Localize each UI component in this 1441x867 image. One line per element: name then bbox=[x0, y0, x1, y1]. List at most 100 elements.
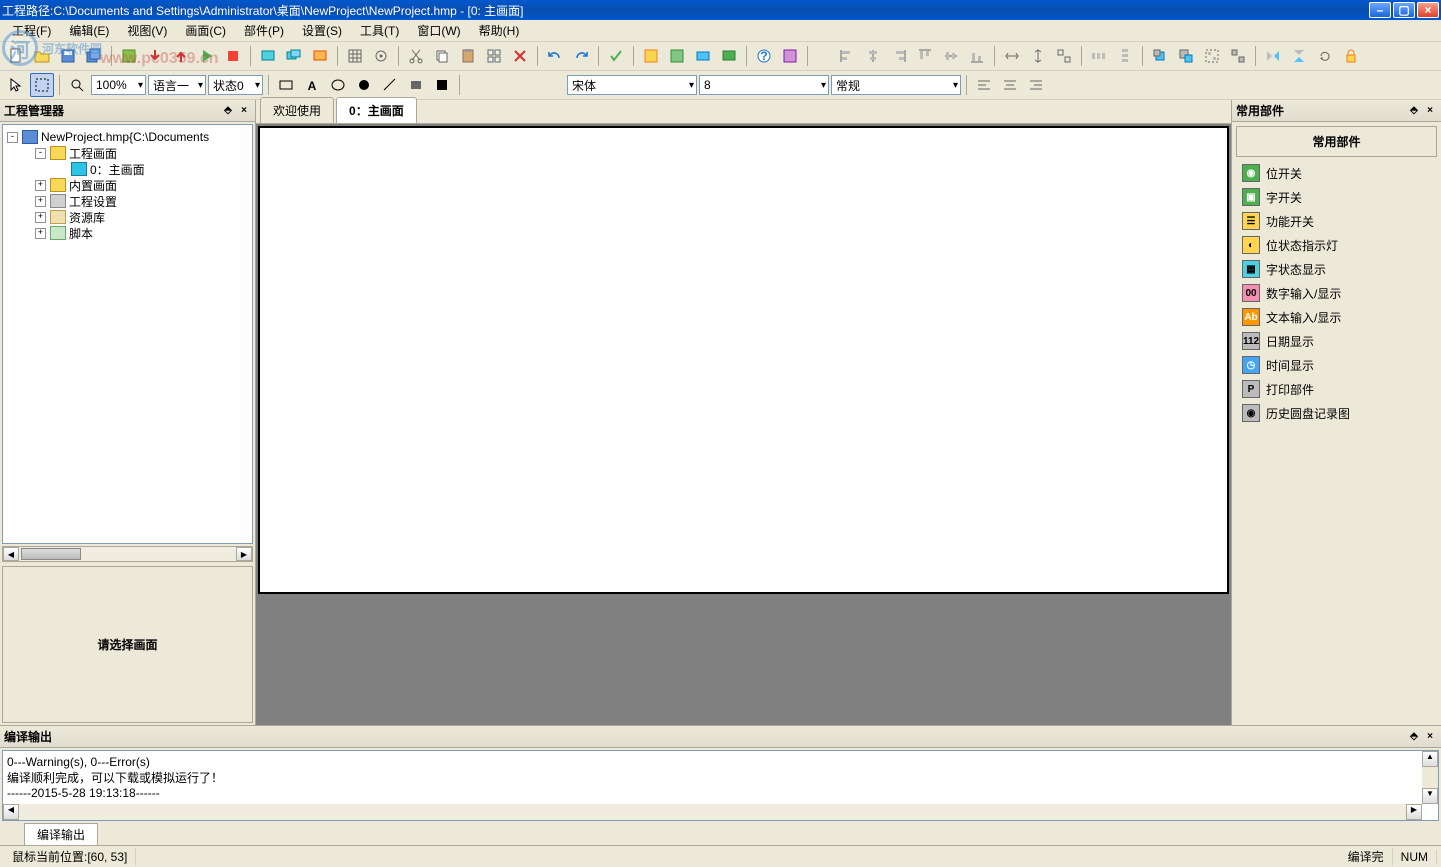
lang-combo[interactable]: 语言一 bbox=[148, 75, 206, 95]
rect-icon[interactable] bbox=[274, 73, 298, 97]
scroll-down-icon[interactable]: ▼ bbox=[1422, 788, 1438, 804]
zoom-combo[interactable]: 100% bbox=[91, 75, 146, 95]
bring-front-icon[interactable] bbox=[1148, 44, 1172, 68]
tree-toggle[interactable]: + bbox=[35, 196, 46, 207]
dist-h-icon[interactable] bbox=[1087, 44, 1111, 68]
save-icon[interactable] bbox=[56, 44, 80, 68]
ellipse-icon[interactable] bbox=[326, 73, 350, 97]
open-icon[interactable] bbox=[30, 44, 54, 68]
output-vscroll[interactable]: ▲ ▼ bbox=[1422, 751, 1438, 804]
scroll-right-icon[interactable]: ▶ bbox=[236, 547, 252, 561]
menu-help[interactable]: 帮助(H) bbox=[471, 20, 528, 41]
part-print[interactable]: P打印部件 bbox=[1236, 377, 1437, 401]
tree-label[interactable]: 0：主画面 bbox=[90, 161, 145, 178]
tree-toggle[interactable]: - bbox=[35, 148, 46, 159]
tree-label[interactable]: 资源库 bbox=[69, 209, 105, 226]
tree-toggle[interactable]: - bbox=[7, 132, 18, 143]
about-icon[interactable] bbox=[778, 44, 802, 68]
group-icon[interactable] bbox=[1200, 44, 1224, 68]
menu-project[interactable]: 工程(F) bbox=[4, 20, 59, 41]
stop-icon[interactable] bbox=[221, 44, 245, 68]
menu-parts[interactable]: 部件(P) bbox=[236, 20, 292, 41]
project-tree[interactable]: -NewProject.hmp{C:\Documents -工程画面 0：主画面… bbox=[2, 124, 253, 544]
fontsize-combo[interactable]: 8 bbox=[699, 75, 829, 95]
flip-v-icon[interactable] bbox=[1287, 44, 1311, 68]
part-func-switch[interactable]: ☰功能开关 bbox=[1236, 209, 1437, 233]
screen3-icon[interactable] bbox=[308, 44, 332, 68]
paste-icon[interactable] bbox=[456, 44, 480, 68]
same-width-icon[interactable] bbox=[1000, 44, 1024, 68]
font-combo[interactable]: 宋体 bbox=[567, 75, 697, 95]
new-icon[interactable] bbox=[4, 44, 28, 68]
tree-label[interactable]: 工程画面 bbox=[69, 145, 117, 162]
tool-b-icon[interactable] bbox=[665, 44, 689, 68]
same-height-icon[interactable] bbox=[1026, 44, 1050, 68]
scroll-up-icon[interactable]: ▲ bbox=[1422, 751, 1438, 767]
align-right-icon[interactable] bbox=[887, 44, 911, 68]
pin-icon[interactable]: ⬘ bbox=[1407, 104, 1421, 118]
same-size-icon[interactable] bbox=[1052, 44, 1076, 68]
state-combo[interactable]: 状态0 bbox=[208, 75, 263, 95]
undo-icon[interactable] bbox=[543, 44, 567, 68]
tree-toggle[interactable]: + bbox=[35, 228, 46, 239]
menu-view[interactable]: 视图(V) bbox=[119, 20, 175, 41]
saveall-icon[interactable] bbox=[82, 44, 106, 68]
run-icon[interactable] bbox=[195, 44, 219, 68]
scroll-thumb[interactable] bbox=[21, 548, 81, 560]
close-button[interactable]: × bbox=[1417, 2, 1439, 18]
check-icon[interactable] bbox=[604, 44, 628, 68]
pointer-icon[interactable] bbox=[4, 73, 28, 97]
align-top-icon[interactable] bbox=[913, 44, 937, 68]
tree-toggle[interactable]: + bbox=[35, 180, 46, 191]
menu-screen[interactable]: 画面(C) bbox=[177, 20, 234, 41]
line-icon[interactable] bbox=[378, 73, 402, 97]
text-align-c-icon[interactable] bbox=[998, 73, 1022, 97]
rotate-icon[interactable] bbox=[1313, 44, 1337, 68]
align-middle-icon[interactable] bbox=[939, 44, 963, 68]
tree-hscroll[interactable]: ◀ ▶ bbox=[2, 546, 253, 562]
screen2-icon[interactable] bbox=[282, 44, 306, 68]
scroll-left-icon[interactable]: ◀ bbox=[3, 804, 19, 820]
scroll-left-icon[interactable]: ◀ bbox=[3, 547, 19, 561]
download-icon[interactable] bbox=[143, 44, 167, 68]
maximize-button[interactable]: ▢ bbox=[1393, 2, 1415, 18]
send-back-icon[interactable] bbox=[1174, 44, 1198, 68]
tree-label[interactable]: 工程设置 bbox=[69, 193, 117, 210]
align-left-icon[interactable] bbox=[835, 44, 859, 68]
zoom-tool-icon[interactable] bbox=[65, 73, 89, 97]
rect-fill-icon[interactable] bbox=[404, 73, 428, 97]
align-center-h-icon[interactable] bbox=[861, 44, 885, 68]
align-bottom-icon[interactable] bbox=[965, 44, 989, 68]
select-icon[interactable] bbox=[30, 73, 54, 97]
redo-icon[interactable] bbox=[569, 44, 593, 68]
compile-icon[interactable] bbox=[117, 44, 141, 68]
tool-d-icon[interactable] bbox=[717, 44, 741, 68]
flip-h-icon[interactable] bbox=[1261, 44, 1285, 68]
tree-label[interactable]: 脚本 bbox=[69, 225, 93, 242]
pin-icon[interactable]: ⬘ bbox=[1407, 730, 1421, 744]
close-panel-icon[interactable]: × bbox=[237, 104, 251, 118]
dist-v-icon[interactable] bbox=[1113, 44, 1137, 68]
grid-icon[interactable] bbox=[343, 44, 367, 68]
tab-welcome[interactable]: 欢迎使用 bbox=[260, 97, 334, 123]
output-tab[interactable]: 编译输出 bbox=[24, 823, 98, 846]
part-text-input[interactable]: Ab文本输入/显示 bbox=[1236, 305, 1437, 329]
scroll-right-icon[interactable]: ▶ bbox=[1406, 804, 1422, 820]
fontweight-combo[interactable]: 常规 bbox=[831, 75, 961, 95]
part-date[interactable]: 112日期显示 bbox=[1236, 329, 1437, 353]
part-num-input[interactable]: 00数字输入/显示 bbox=[1236, 281, 1437, 305]
multicopy-icon[interactable] bbox=[482, 44, 506, 68]
output-hscroll[interactable]: ◀ ▶ bbox=[3, 804, 1422, 820]
tree-toggle[interactable]: + bbox=[35, 212, 46, 223]
tree-label[interactable]: 内置画面 bbox=[69, 177, 117, 194]
part-time[interactable]: ◷时间显示 bbox=[1236, 353, 1437, 377]
cut-icon[interactable] bbox=[404, 44, 428, 68]
tool-c-icon[interactable] bbox=[691, 44, 715, 68]
lock-icon[interactable] bbox=[1339, 44, 1363, 68]
part-word-switch[interactable]: ▣字开关 bbox=[1236, 185, 1437, 209]
menu-settings[interactable]: 设置(S) bbox=[294, 20, 350, 41]
circle-fill-icon[interactable] bbox=[352, 73, 376, 97]
part-history-disc[interactable]: ◉历史圆盘记录图 bbox=[1236, 401, 1437, 425]
screen-canvas[interactable] bbox=[258, 126, 1229, 594]
pin-icon[interactable]: ⬘ bbox=[221, 104, 235, 118]
